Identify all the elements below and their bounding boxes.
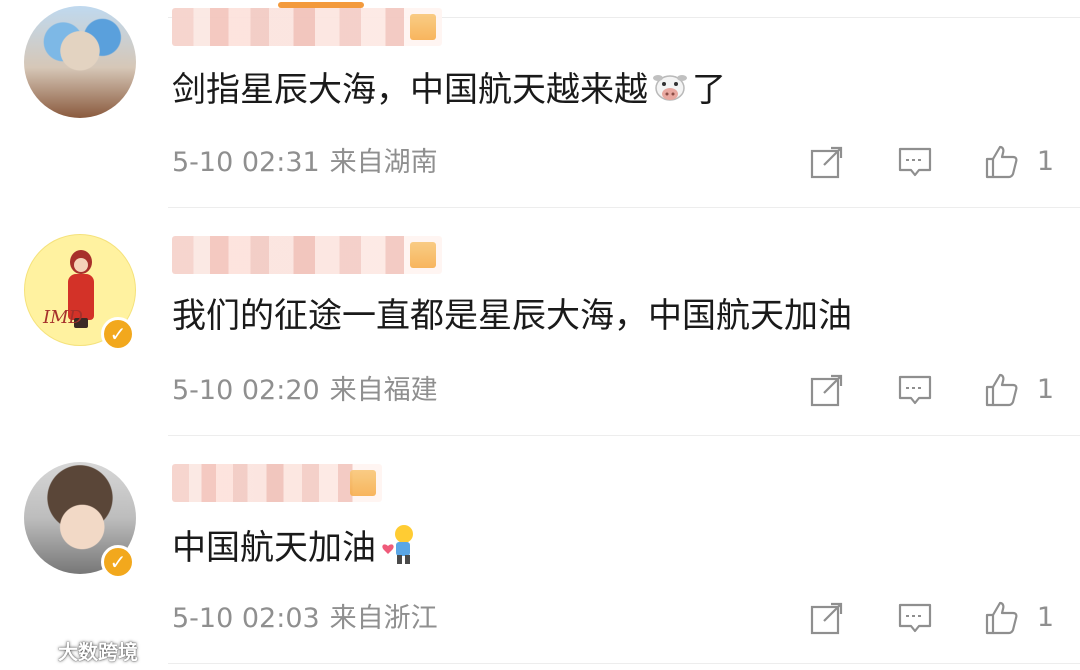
comment-item: 剑指星辰大海，中国航天越来越 了 5-10 02:31 来自湖南 1	[0, 0, 1080, 208]
like-count: 1	[1036, 602, 1054, 633]
thumbs-up-icon[interactable]	[983, 600, 1019, 636]
verified-icon: ✓	[101, 545, 135, 579]
comment-text-main: 我们的征途一直都是星辰大海，中国航天加油	[172, 296, 852, 336]
avatar[interactable]	[24, 6, 136, 118]
comment-icon[interactable]	[897, 372, 933, 408]
comment-text: 我们的征途一直都是星辰大海，中国航天加油	[172, 294, 852, 338]
comment-text-main: 剑指星辰大海，中国航天越来越	[172, 70, 648, 110]
comment-meta: 5-10 02:31 来自湖南	[172, 146, 438, 180]
comment-actions: 1	[809, 142, 1054, 182]
watermark-logo-icon	[10, 640, 53, 660]
comment-item: ✓ 中国航天加油 5-10 02:03 来自浙江 1	[0, 436, 1080, 664]
comment-item: IMD ✓ 我们的征途一直都是星辰大海，中国航天加油 5-10 02:20 来自福…	[0, 208, 1080, 436]
comment-date: 5-10 02:31	[172, 147, 320, 178]
comment-text: 剑指星辰大海，中国航天越来越 了	[172, 66, 726, 117]
thumbs-up-icon[interactable]	[983, 144, 1019, 180]
watermark-text: 大数跨境	[58, 640, 138, 664]
comment-source: 来自浙江	[329, 603, 438, 634]
cow-face-icon	[650, 66, 690, 117]
avatar-mark: IMD	[43, 307, 83, 328]
share-icon[interactable]	[809, 144, 845, 180]
comment-text-suffix: 了	[692, 70, 726, 110]
comment-source: 来自湖南	[329, 147, 438, 178]
comment-meta: 5-10 02:20 来自福建	[172, 374, 438, 408]
comment-source: 来自福建	[329, 375, 438, 406]
username-blurred[interactable]	[172, 236, 442, 274]
comment-icon[interactable]	[897, 144, 933, 180]
thumbs-up-icon[interactable]	[983, 372, 1019, 408]
comment-meta: 5-10 02:03 来自浙江	[172, 602, 438, 636]
username-blurred[interactable]	[172, 464, 382, 502]
watermark: 大数跨境	[8, 636, 138, 665]
comment-text: 中国航天加油	[172, 522, 424, 577]
share-icon[interactable]	[809, 372, 845, 408]
like-count: 1	[1036, 146, 1054, 177]
like-count: 1	[1036, 374, 1054, 405]
comment-actions: 1	[809, 598, 1054, 638]
comment-date: 5-10 02:03	[172, 603, 320, 634]
verified-icon: ✓	[101, 317, 135, 351]
comment-icon[interactable]	[897, 600, 933, 636]
comment-date: 5-10 02:20	[172, 375, 320, 406]
comment-text-main: 中国航天加油	[172, 528, 376, 568]
share-icon[interactable]	[809, 600, 845, 636]
comment-divider	[168, 663, 1080, 664]
comment-actions: 1	[809, 370, 1054, 410]
username-blurred[interactable]	[172, 8, 442, 46]
person-holding-heart-icon	[378, 522, 422, 577]
